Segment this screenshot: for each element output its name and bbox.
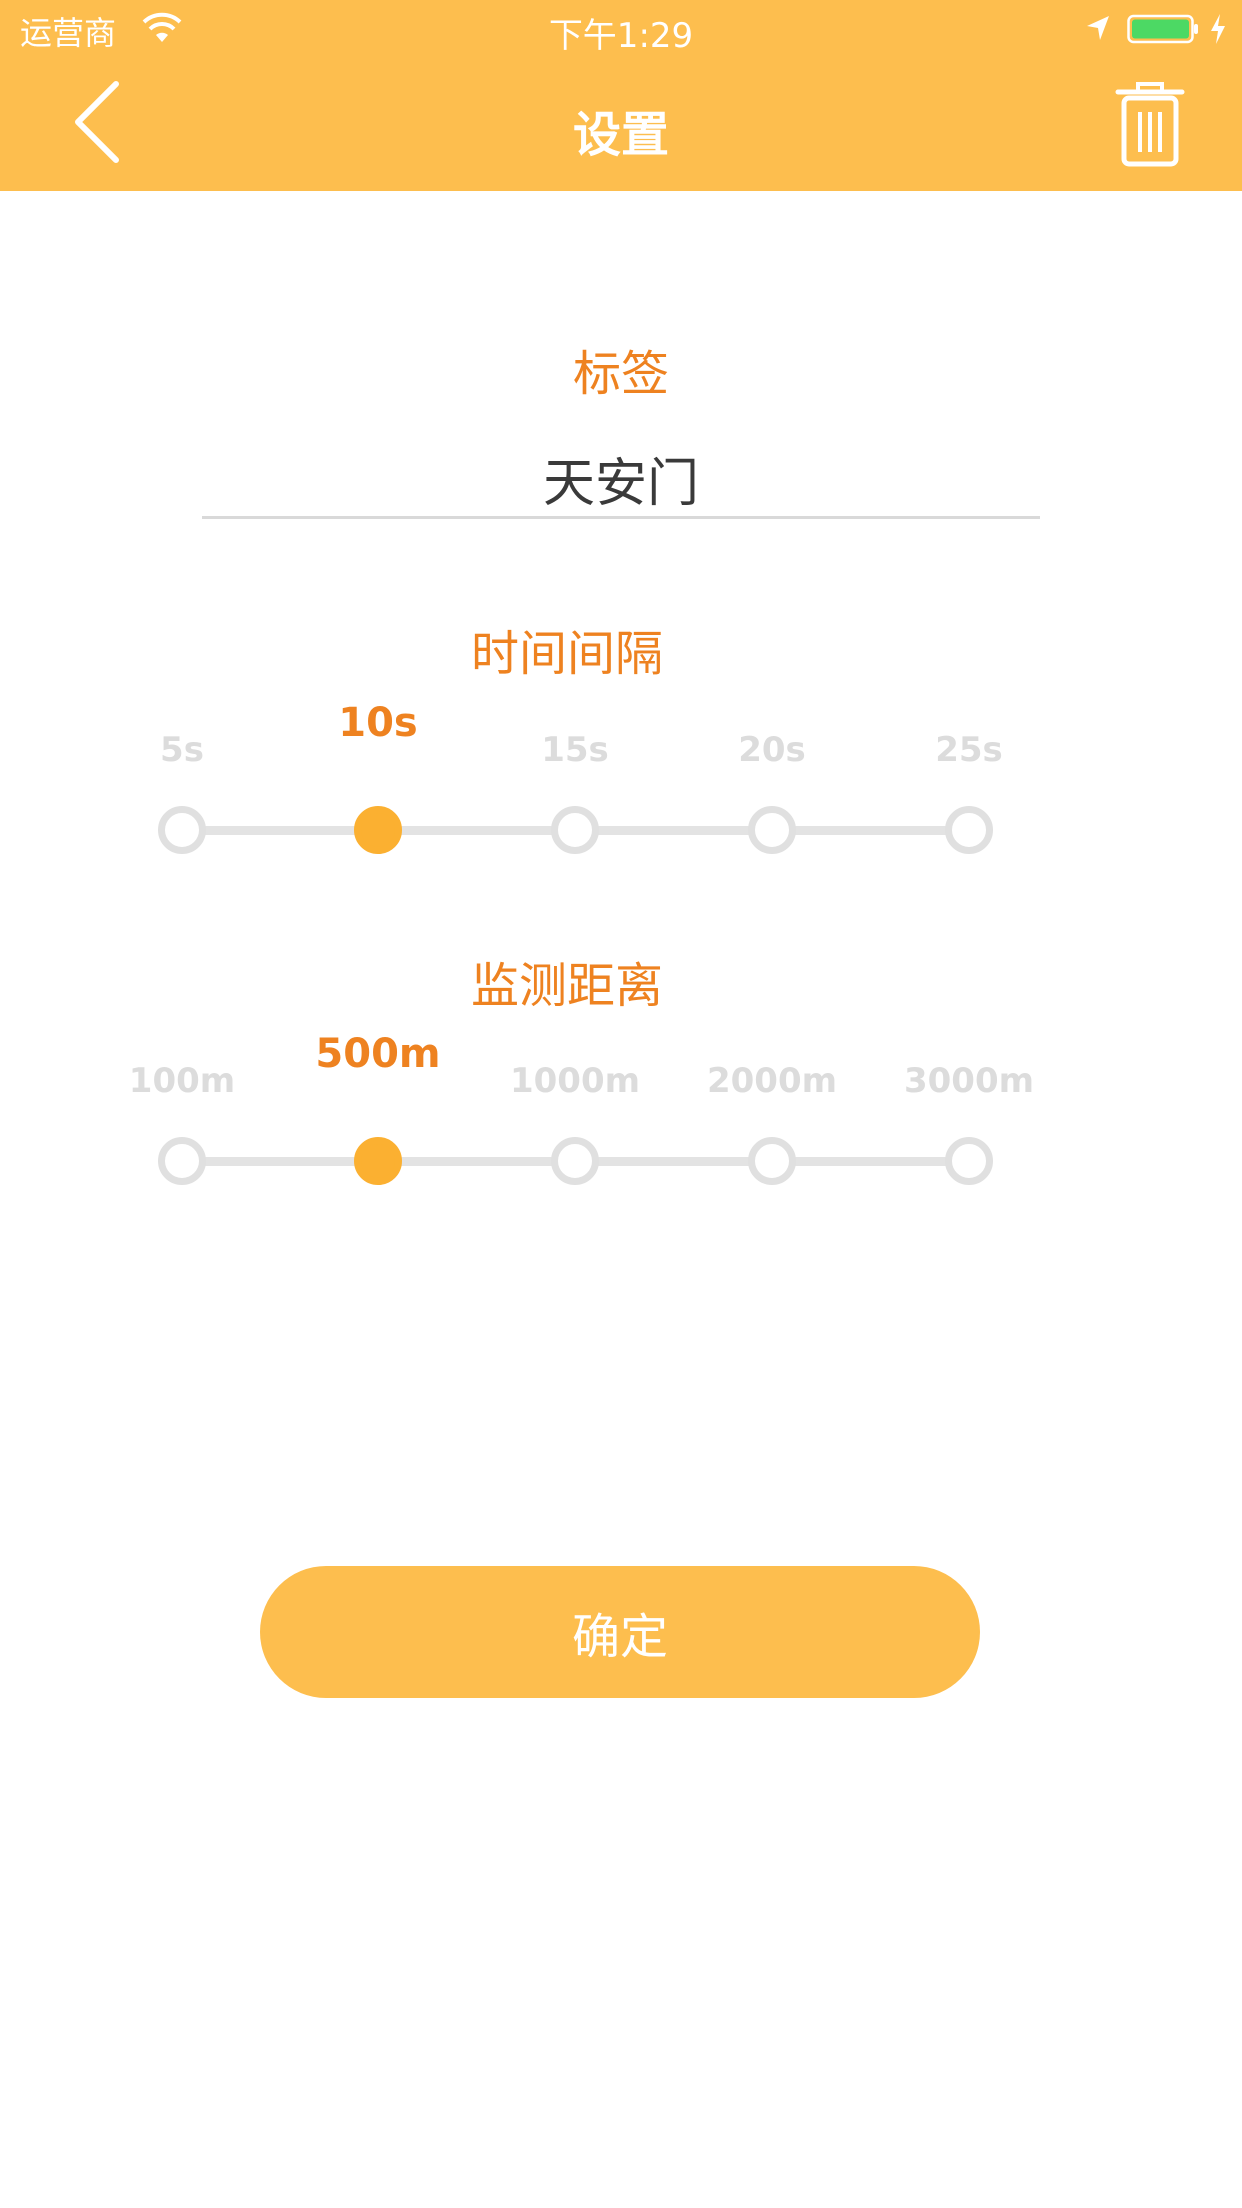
slider-option-label[interactable]: 100m xyxy=(82,1061,282,1101)
slider-dot[interactable] xyxy=(748,806,796,854)
label-input[interactable] xyxy=(202,440,1040,519)
slider-option-label[interactable]: 2000m xyxy=(672,1061,872,1101)
trash-icon[interactable] xyxy=(1110,80,1190,170)
interval-section-title: 时间间隔 xyxy=(470,626,663,682)
slider-dot[interactable] xyxy=(551,1137,599,1185)
nav-header: 运营商 下午1:29 设置 xyxy=(0,0,1242,191)
slider-dot[interactable] xyxy=(945,1137,993,1185)
slider-option-label[interactable]: 10s xyxy=(278,700,478,746)
slider-dot[interactable] xyxy=(551,806,599,854)
location-arrow-icon xyxy=(1087,16,1109,40)
slider-option-label[interactable]: 5s xyxy=(82,730,282,770)
page-title: 设置 xyxy=(572,107,669,163)
slider-dot[interactable] xyxy=(158,806,206,854)
slider-option-label[interactable]: 20s xyxy=(672,730,872,770)
slider-dot[interactable] xyxy=(748,1137,796,1185)
label-section-title: 标签 xyxy=(572,346,669,402)
slider-option-label[interactable]: 15s xyxy=(475,730,675,770)
battery-icon xyxy=(1127,14,1198,44)
slider-dot-selected[interactable] xyxy=(354,806,402,854)
distance-section-title: 监测距离 xyxy=(470,958,663,1014)
slider-option-label[interactable]: 25s xyxy=(869,730,1069,770)
slider-dot[interactable] xyxy=(158,1137,206,1185)
slider-option-label[interactable]: 3000m xyxy=(869,1061,1069,1101)
slider-dot[interactable] xyxy=(945,806,993,854)
status-time: 下午1:29 xyxy=(548,16,694,56)
confirm-button[interactable]: 确定 xyxy=(260,1566,980,1698)
status-bar: 运营商 下午1:29 xyxy=(0,0,1242,60)
slider-dot-selected[interactable] xyxy=(354,1137,402,1185)
slider-option-label[interactable]: 1000m xyxy=(475,1061,675,1101)
slider-option-label[interactable]: 500m xyxy=(278,1031,478,1077)
charging-bolt-icon xyxy=(1211,14,1225,44)
